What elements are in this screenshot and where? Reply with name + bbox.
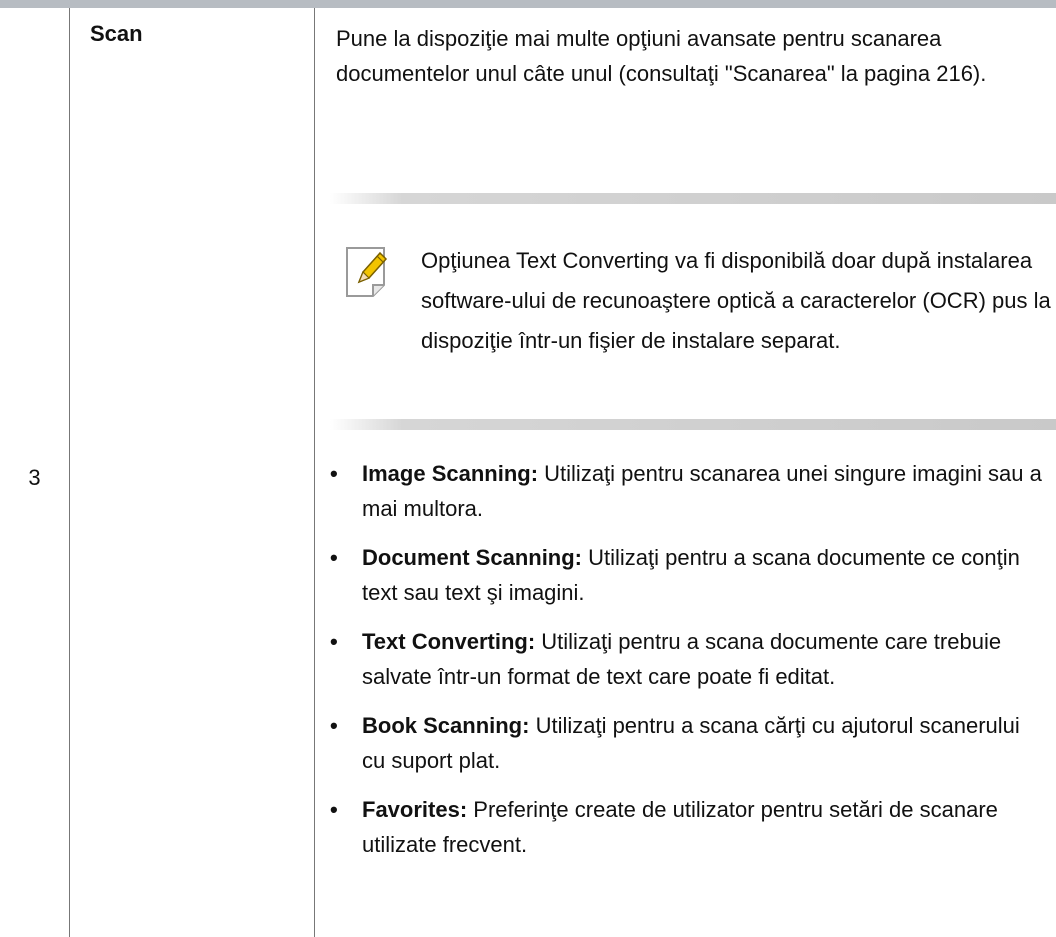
list-item: • Document Scanning: Utilizaţi pentru a … — [329, 540, 1049, 610]
list-item: • Image Scanning: Utilizaţi pentru scana… — [329, 456, 1049, 526]
bullet-icon: • — [330, 797, 338, 822]
feature-name: Scan — [90, 21, 143, 46]
list-item: • Favorites: Preferinţe create de utiliz… — [329, 792, 1049, 862]
bullet-icon: • — [330, 629, 338, 654]
row-number: 3 — [28, 465, 41, 490]
column-divider-1 — [69, 8, 70, 937]
note-box: Opţiunea Text Converting va fi disponibi… — [330, 193, 1056, 430]
column-divider-2 — [314, 8, 315, 937]
bullet-icon: • — [330, 713, 338, 738]
table-top-border — [0, 0, 1056, 8]
note-top-bar — [330, 193, 1056, 204]
option-term: Book Scanning: — [362, 713, 530, 738]
note-bottom-bar — [330, 419, 1056, 430]
scan-options-list: • Image Scanning: Utilizaţi pentru scana… — [329, 456, 1049, 876]
option-term: Image Scanning: — [362, 461, 539, 486]
list-item: • Text Converting: Utilizaţi pentru a sc… — [329, 624, 1049, 694]
pencil-note-icon — [344, 245, 392, 299]
option-term: Document Scanning: — [362, 545, 583, 570]
list-item: • Book Scanning: Utilizaţi pentru a scan… — [329, 708, 1049, 778]
note-text: Opţiunea Text Converting va fi disponibi… — [421, 248, 1051, 353]
bullet-icon: • — [330, 545, 338, 570]
option-term: Text Converting: — [362, 629, 536, 654]
bullet-icon: • — [330, 461, 338, 486]
feature-description: Pune la dispoziţie mai multe opţiuni ava… — [336, 26, 987, 86]
option-term: Favorites: — [362, 797, 468, 822]
